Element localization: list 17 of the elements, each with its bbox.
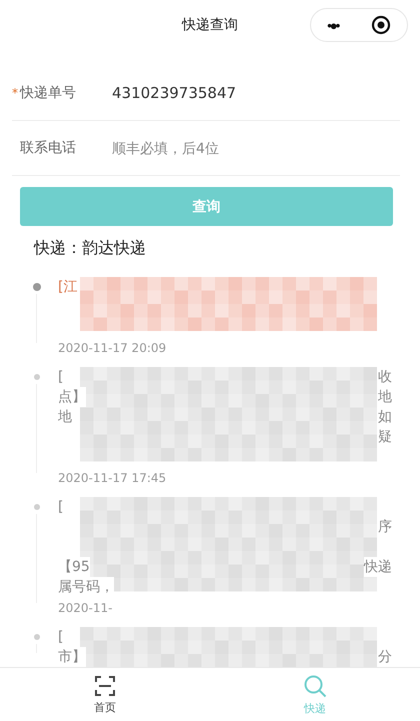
track-time: 2020-11- xyxy=(58,600,114,617)
more-button[interactable]: •●• xyxy=(327,18,338,32)
search-icon xyxy=(303,674,327,698)
field-label: 联系电话 xyxy=(20,139,76,157)
page-title: 快递查询 xyxy=(182,16,238,34)
track-time: 2020-11-17 17:45 xyxy=(58,470,168,487)
scan-icon xyxy=(94,674,116,696)
track-text: 市】 xyxy=(58,647,86,667)
required-mark: * xyxy=(12,86,19,100)
input-field[interactable]: 4310239735847 xyxy=(110,83,400,103)
tab[interactable]: 首页 xyxy=(0,668,210,721)
field-label: 快递单号 xyxy=(20,84,76,102)
carrier-name: 快递：韵达快递 xyxy=(34,238,147,259)
track-text: 快递 xyxy=(364,557,392,577)
input-field[interactable]: 顺丰必填，后4位 xyxy=(110,138,400,158)
track-text: 点】 xyxy=(58,387,86,407)
track-time: 2020-11-17 20:09 xyxy=(58,340,168,357)
